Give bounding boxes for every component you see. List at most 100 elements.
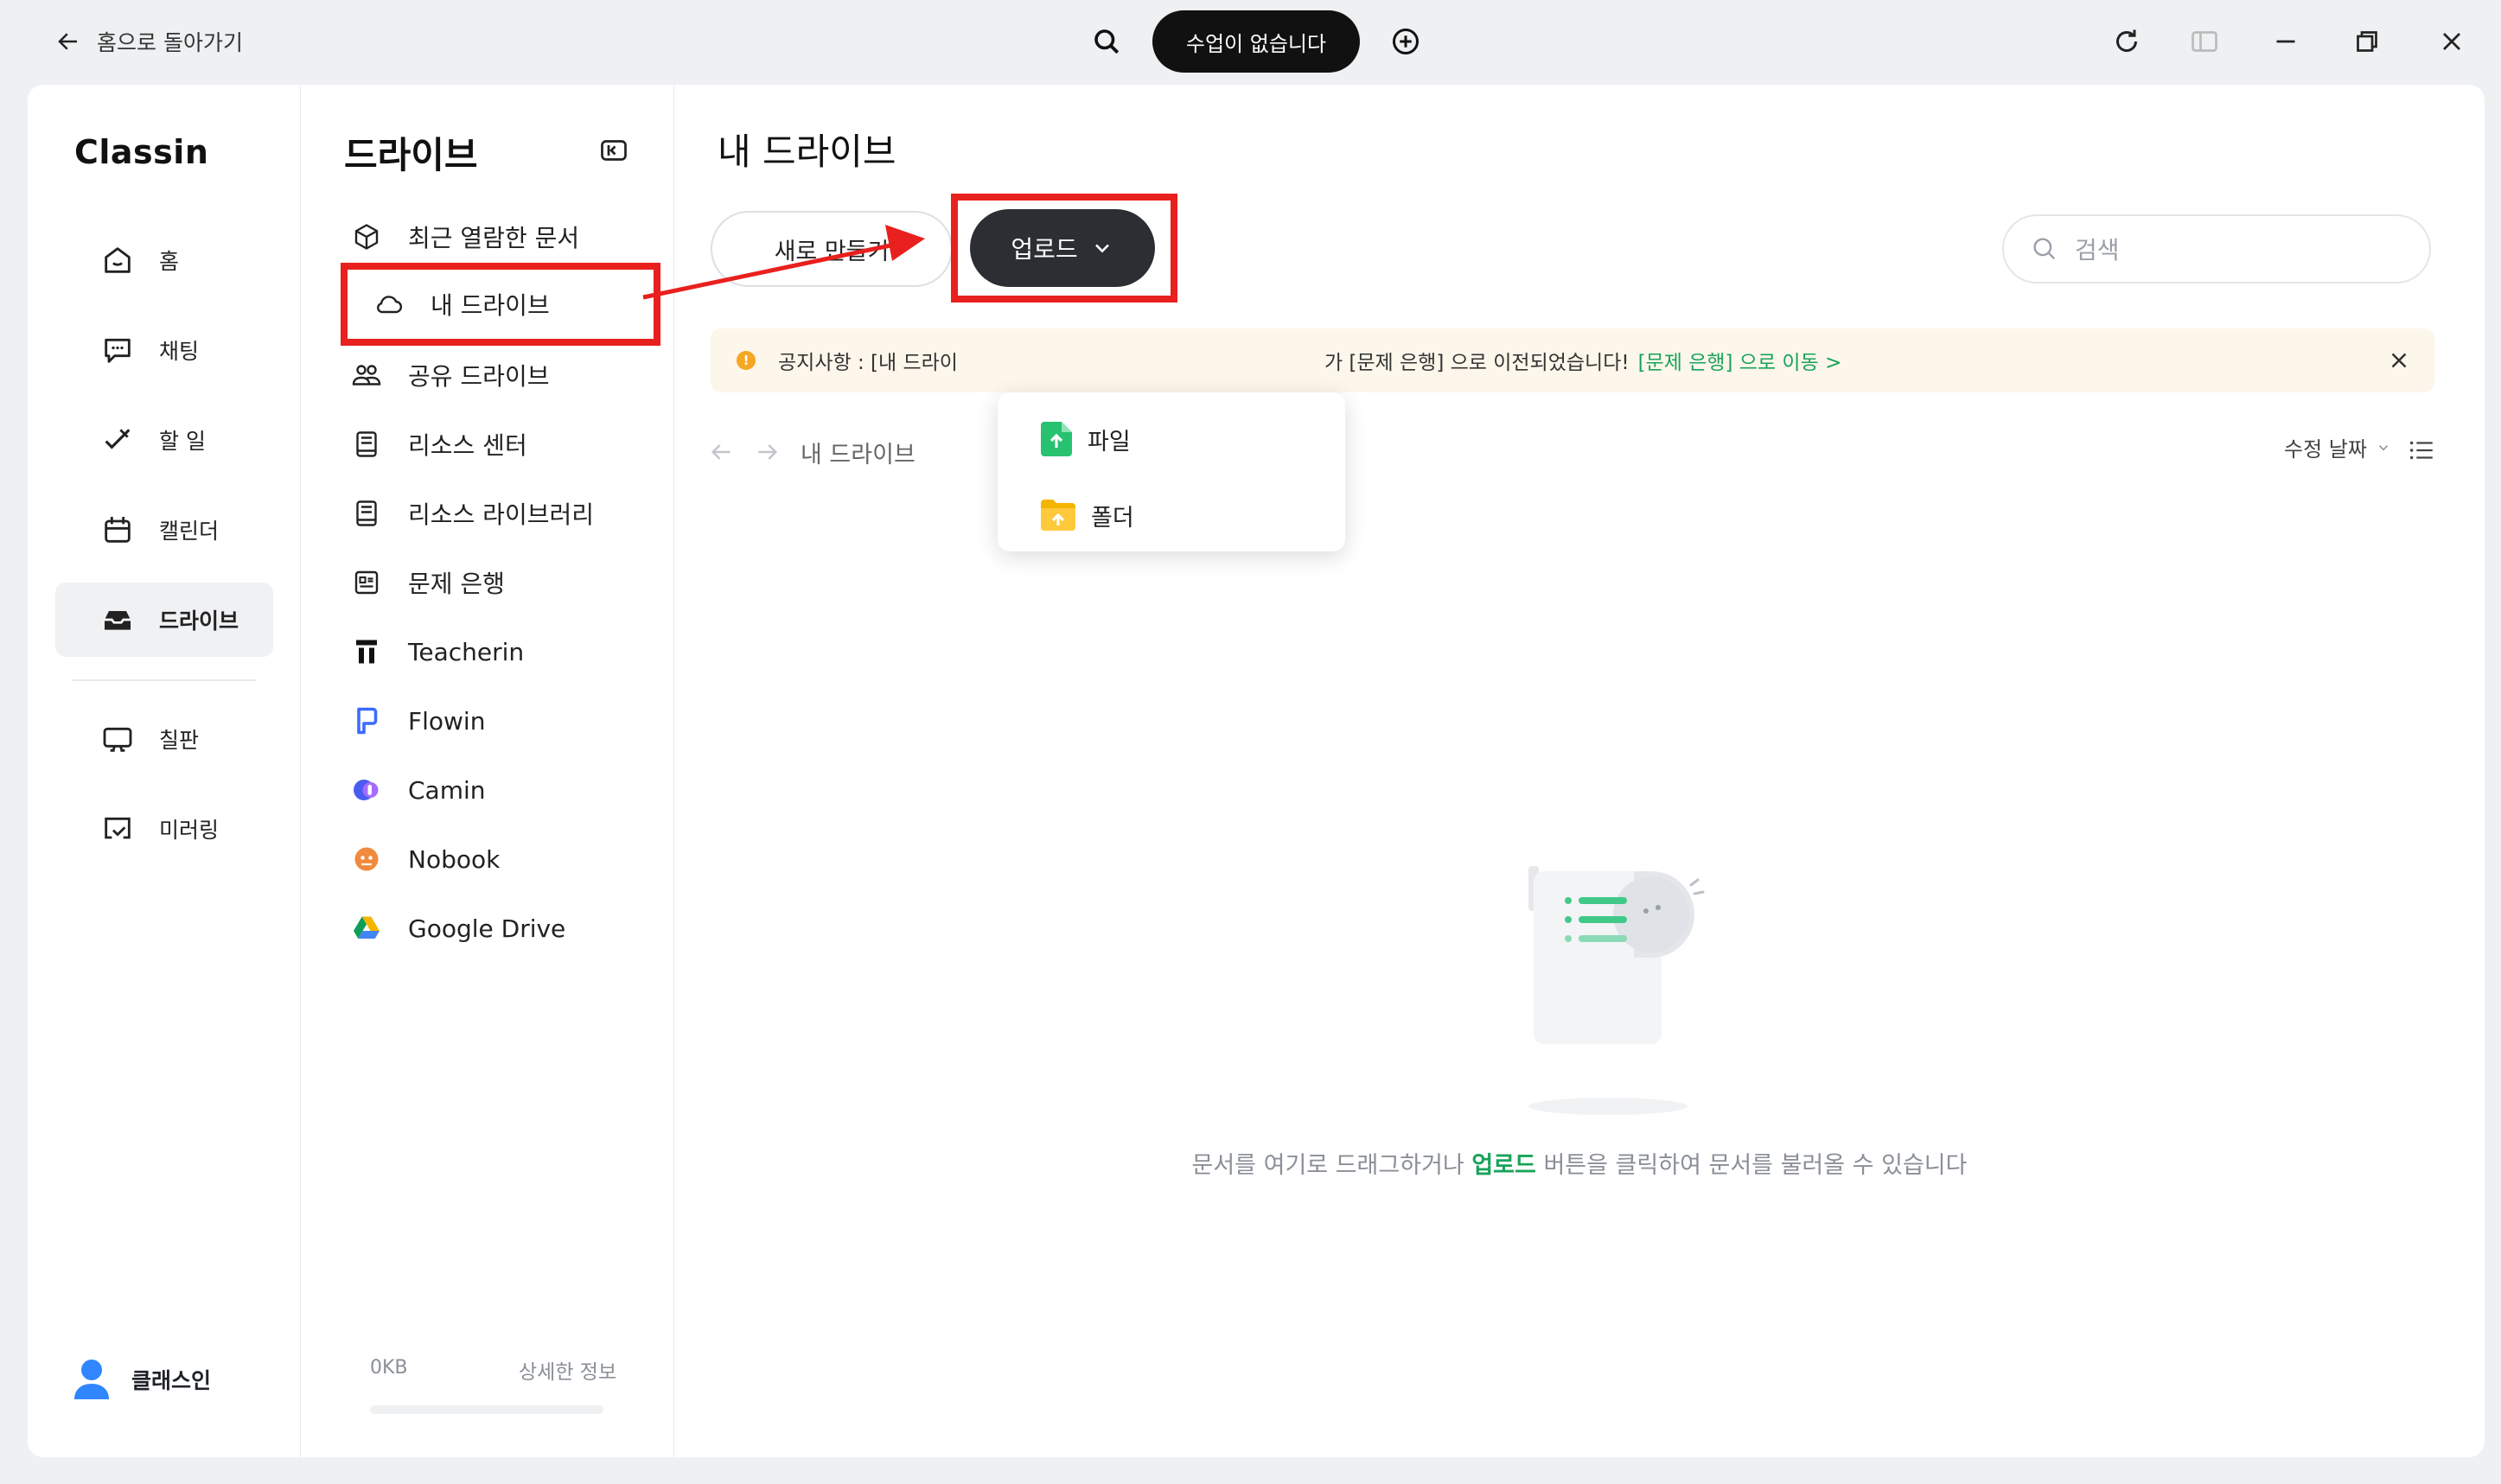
sidebar-item-recent[interactable]: 최근 열람한 문서	[349, 213, 579, 261]
nav-item-drive[interactable]: 드라이브	[55, 583, 273, 657]
cube-icon	[354, 224, 379, 250]
nav-label-home: 홈	[159, 249, 180, 274]
arrow-left-icon	[58, 33, 77, 50]
sidebar-item-resource-center[interactable]: 리소스 센터	[349, 420, 527, 468]
main-nav: Classin 홈 채팅 할 일 캘린더 드라이브 칠판 미러링 클래스인	[28, 85, 301, 1457]
empty-text-upload-link[interactable]: 업로드	[1471, 1152, 1536, 1179]
storage-bar	[370, 1405, 603, 1414]
add-circle-icon[interactable]	[1390, 26, 1421, 57]
search-input[interactable]: 검색	[2002, 214, 2431, 283]
question-bank-icon	[354, 570, 379, 595]
refresh-icon[interactable]	[2111, 26, 2142, 57]
sidebar-toggle-icon[interactable]	[2189, 26, 2220, 57]
notice-link[interactable]: [문제 은행] 으로 이동 >	[1638, 346, 1842, 375]
upload-menu-file-label: 파일	[1088, 428, 1131, 455]
cloud-icon	[377, 296, 403, 314]
search-placeholder: 검색	[2075, 236, 2120, 264]
sidebar-item-shared-drive[interactable]: 공유 드라이브	[349, 351, 549, 399]
user-profile[interactable]: 클래스인	[73, 1355, 211, 1404]
close-icon[interactable]	[2386, 347, 2412, 373]
nav-item-calendar[interactable]: 캘린더	[55, 493, 273, 567]
back-arrow-icon[interactable]	[707, 438, 735, 466]
restore-icon[interactable]	[2351, 26, 2383, 57]
nav-item-home[interactable]: 홈	[55, 223, 273, 297]
search-icon[interactable]	[1091, 26, 1122, 57]
empty-state-message: 문서를 여기로 드래그하거나 업로드 버튼을 클릭하여 문서를 불러올 수 있습…	[674, 1146, 2485, 1180]
warning-icon: !	[737, 351, 756, 370]
sidebar-item-question-bank[interactable]: 문제 은행	[349, 558, 505, 607]
nav-item-blackboard[interactable]: 칠판	[55, 702, 273, 776]
notice-text-cont: 가 [문제 은행] 으로 이전되었습니다!	[1324, 352, 1630, 374]
people-icon	[352, 365, 381, 385]
upload-menu-folder[interactable]: 폴더	[1041, 494, 1134, 536]
classin-logo: Classin	[74, 133, 209, 171]
page-title: 내 드라이브	[718, 131, 896, 173]
home-icon	[105, 247, 131, 273]
sidebar-item-resource-library[interactable]: 리소스 라이브러리	[349, 489, 594, 538]
nav-label-blackboard: 칠판	[159, 728, 200, 753]
book-icon	[356, 431, 377, 457]
chat-icon	[105, 338, 131, 363]
storage-used: 0KB	[370, 1357, 408, 1379]
back-home-label: 홈으로 돌아가기	[97, 30, 243, 55]
sidebar-item-flowin[interactable]: Flowin	[349, 697, 485, 745]
sidebar-label-my-drive: 내 드라이브	[431, 291, 550, 320]
upload-highlight-box: 업로드	[951, 194, 1177, 303]
new-button[interactable]: 새로 만들기	[711, 211, 953, 287]
sidebar-label-recent: 최근 열람한 문서	[408, 224, 580, 252]
empty-document-illustration	[1528, 866, 1705, 1115]
collapse-sidebar-icon[interactable]	[598, 135, 629, 166]
notice-banner: ! 공지사항 : [내 드라이 가 [문제 은행] 으로 이전되었습니다! [문…	[711, 328, 2434, 392]
drive-sidebar: 드라이브 최근 열람한 문서 내 드라이브 공유 드라이브 리소스 센터 리소스…	[301, 85, 674, 1457]
sidebar-item-google-drive[interactable]: Google Drive	[349, 904, 565, 952]
sidebar-item-my-drive[interactable]: 내 드라이브	[341, 263, 660, 346]
breadcrumb-current: 내 드라이브	[801, 441, 916, 468]
empty-text-suffix: 버튼을 클릭하여 문서를 불러올 수 있습니다	[1535, 1152, 1968, 1179]
close-window-icon[interactable]	[2436, 26, 2467, 57]
nav-label-todo: 할 일	[159, 429, 206, 454]
sidebar-label-resource-library: 리소스 라이브러리	[408, 500, 594, 529]
nav-label-mirroring: 미러링	[159, 818, 220, 843]
sidebar-item-camin[interactable]: Camin	[349, 766, 486, 814]
sidebar-item-nobook[interactable]: Nobook	[349, 835, 500, 883]
sidebar-label-camin: Camin	[408, 775, 486, 805]
drive-icon	[105, 611, 131, 630]
forward-arrow-icon[interactable]	[754, 438, 782, 466]
folder-upload-icon	[1041, 500, 1075, 531]
sort-dropdown[interactable]: 수정 날짜	[2284, 432, 2391, 462]
notice-text: 공지사항 : [내 드라이	[778, 352, 958, 374]
google-drive-icon	[354, 916, 380, 939]
title-bar: 홈으로 돌아가기 수업이 없습니다	[0, 0, 2501, 83]
nav-item-todo[interactable]: 할 일	[55, 403, 273, 477]
sort-label: 수정 날짜	[2284, 437, 2367, 462]
sidebar-title: 드라이브	[344, 134, 478, 176]
nav-item-mirroring[interactable]: 미러링	[55, 792, 273, 866]
sidebar-label-resource-center: 리소스 센터	[408, 431, 527, 460]
camin-icon	[354, 780, 379, 800]
sidebar-label-google-drive: Google Drive	[408, 914, 566, 943]
back-home-button[interactable]: 홈으로 돌아가기	[55, 22, 243, 61]
avatar	[74, 1360, 109, 1399]
nav-label-calendar: 캘린더	[159, 519, 220, 544]
sidebar-label-question-bank: 문제 은행	[408, 570, 505, 598]
storage-details-link[interactable]: 상세한 정보	[519, 1355, 616, 1385]
sidebar-label-flowin: Flowin	[408, 706, 486, 736]
class-status-pill[interactable]: 수업이 없습니다	[1152, 10, 1360, 73]
list-view-icon[interactable]	[2407, 436, 2436, 465]
breadcrumb: 내 드라이브	[707, 430, 916, 474]
sidebar-item-teacherin[interactable]: Teacherin	[349, 627, 524, 676]
upload-menu-file[interactable]: 파일	[1041, 418, 1131, 460]
sidebar-label-nobook: Nobook	[408, 844, 501, 874]
nav-label-drive: 드라이브	[159, 608, 239, 634]
nobook-icon	[354, 847, 379, 871]
app-window: Classin 홈 채팅 할 일 캘린더 드라이브 칠판 미러링 클래스인 드라…	[28, 85, 2485, 1457]
sidebar-label-teacherin: Teacherin	[408, 637, 525, 666]
library-icon	[356, 500, 377, 526]
upload-menu: 파일 폴더	[998, 392, 1345, 551]
nav-item-chat[interactable]: 채팅	[55, 313, 273, 387]
upload-button[interactable]: 업로드	[970, 209, 1155, 287]
chevron-down-icon	[1094, 244, 1109, 253]
minimize-icon[interactable]	[2270, 26, 2301, 57]
calendar-icon	[105, 517, 131, 543]
nav-label-chat: 채팅	[159, 339, 200, 364]
